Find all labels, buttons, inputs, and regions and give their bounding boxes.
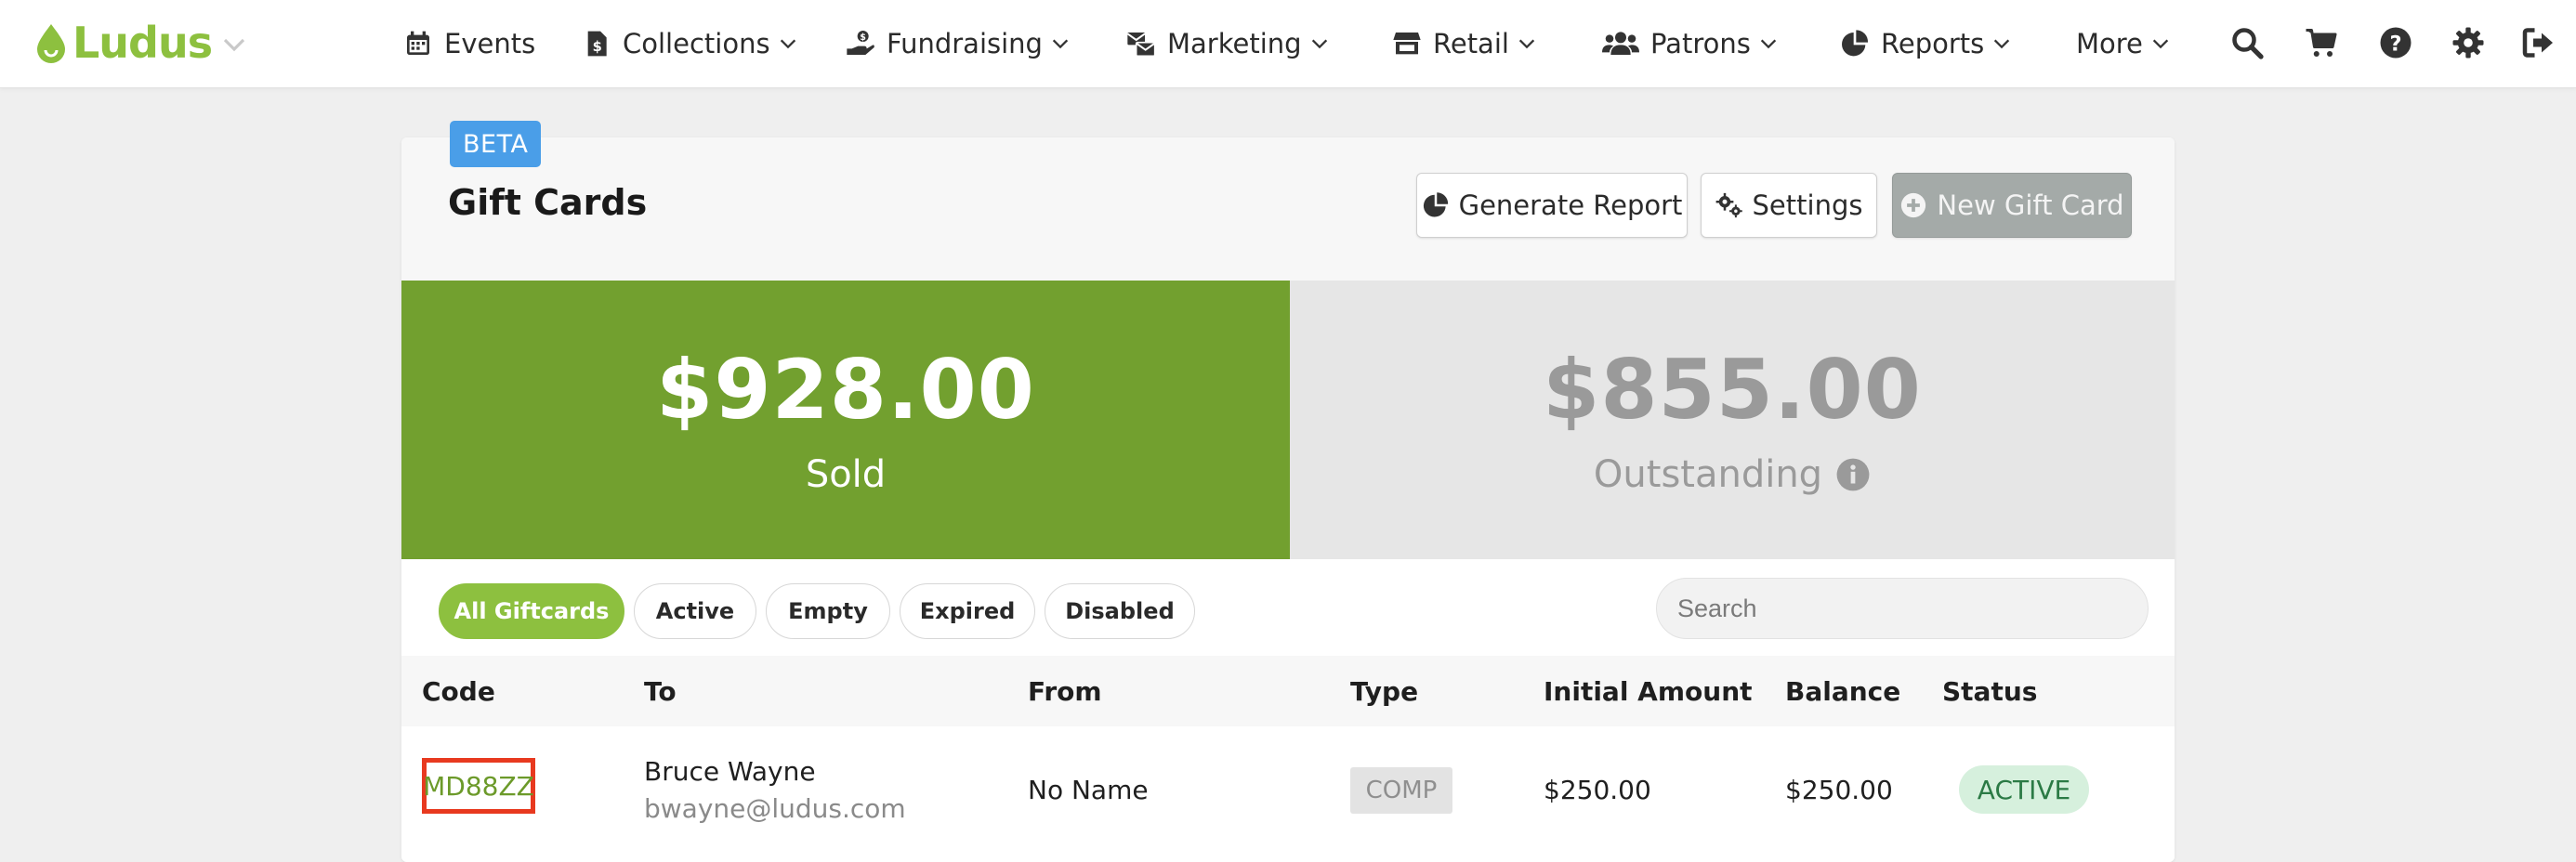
pie-chart-icon <box>1423 192 1448 217</box>
cart-button[interactable] <box>2299 20 2344 65</box>
nav-marketing-label: Marketing <box>1167 28 1302 59</box>
filter-expired[interactable]: Expired <box>900 583 1035 639</box>
filter-all-giftcards[interactable]: All Giftcards <box>439 583 624 639</box>
shopping-cart-icon <box>2306 29 2337 57</box>
panel-header: Gift Cards Generate Report Settings New … <box>401 137 2175 281</box>
filter-empty[interactable]: Empty <box>766 583 890 639</box>
outstanding-amount: $855.00 <box>1543 342 1922 438</box>
outstanding-stat-tile: $855.00 Outstanding <box>1290 281 2175 559</box>
column-code[interactable]: Code <box>422 656 495 726</box>
column-balance[interactable]: Balance <box>1785 656 1900 726</box>
outstanding-label-row: Outstanding <box>1594 451 1871 498</box>
brand-name: Ludus <box>72 18 213 68</box>
generate-report-label: Generate Report <box>1458 189 1683 221</box>
nav-fundraising-label: Fundraising <box>887 28 1043 59</box>
brand-switcher-chevron-icon[interactable] <box>206 17 262 72</box>
type-badge: COMP <box>1350 767 1452 814</box>
outstanding-label: Outstanding <box>1593 453 1823 496</box>
table-header: Code To From Type Initial Amount Balance… <box>401 656 2175 726</box>
new-gift-card-button[interactable]: New Gift Card <box>1892 173 2132 238</box>
help-button[interactable]: ? <box>2373 20 2418 65</box>
nav-events[interactable]: Events <box>403 0 535 87</box>
svg-text:?: ? <box>2389 32 2401 56</box>
chevron-down-icon <box>1052 39 1069 49</box>
search-icon <box>2232 28 2264 59</box>
store-icon <box>1393 33 1421 55</box>
sold-stat-tile: $928.00 Sold <box>401 281 1290 559</box>
pie-chart-icon <box>1842 30 1869 57</box>
top-navigation-bar: Ludus Events $ Collections $ Fundraising <box>0 0 2576 88</box>
chevron-down-icon <box>2152 39 2169 49</box>
ludus-drop-icon <box>37 24 65 63</box>
column-initial-amount[interactable]: Initial Amount <box>1544 656 1753 726</box>
column-to[interactable]: To <box>644 656 677 726</box>
mail-bulk-icon <box>1126 33 1156 58</box>
svg-text:$: $ <box>593 39 602 55</box>
nav-more-label: More <box>2076 28 2143 59</box>
column-type[interactable]: Type <box>1350 656 1418 726</box>
cogs-icon <box>1715 192 1742 218</box>
gear-icon <box>2452 27 2484 59</box>
hand-donation-icon: $ <box>847 31 874 55</box>
settings-header-button[interactable]: Settings <box>1701 173 1877 238</box>
sender-name: No Name <box>1028 775 1149 805</box>
nav-events-label: Events <box>444 28 536 59</box>
plus-circle-icon <box>1901 192 1926 218</box>
balance: $250.00 <box>1785 775 1893 805</box>
nav-collections[interactable]: $ Collections <box>582 0 798 87</box>
nav-fundraising[interactable]: $ Fundraising <box>846 0 1071 87</box>
logout-button[interactable] <box>2517 20 2561 65</box>
initial-amount: $250.00 <box>1544 775 1651 805</box>
nav-collections-label: Collections <box>623 28 770 59</box>
search-button[interactable] <box>2225 20 2269 65</box>
svg-text:$: $ <box>860 33 866 43</box>
info-icon[interactable] <box>1835 457 1871 492</box>
column-from[interactable]: From <box>1028 656 1102 726</box>
search-input[interactable] <box>1656 578 2149 639</box>
filter-active[interactable]: Active <box>634 583 756 639</box>
gift-cards-panel: Gift Cards Generate Report Settings New … <box>401 137 2175 862</box>
table-row[interactable]: MD88ZZ Bruce Wayne bwayne@ludus.com No N… <box>401 726 2175 862</box>
chevron-down-icon <box>1994 39 2010 49</box>
nav-marketing[interactable]: Marketing <box>1126 0 1330 87</box>
status-badge: ACTIVE <box>1959 765 2089 814</box>
sold-label: Sold <box>805 453 887 496</box>
sign-out-icon <box>2522 28 2553 58</box>
nav-patrons-label: Patrons <box>1650 28 1751 59</box>
nav-more[interactable]: More <box>2076 0 2171 87</box>
chevron-down-icon <box>1760 39 1776 49</box>
beta-badge: BETA <box>450 121 542 167</box>
chevron-down-icon <box>780 39 795 49</box>
generate-report-button[interactable]: Generate Report <box>1416 173 1688 238</box>
chevron-down-icon <box>1311 39 1327 49</box>
settings-button[interactable] <box>2446 20 2491 65</box>
document-dollar-icon: $ <box>587 31 607 57</box>
new-gift-card-label: New Gift Card <box>1937 189 2124 221</box>
nav-retail[interactable]: Retail <box>1392 0 1537 87</box>
ludus-logo[interactable]: Ludus <box>33 15 213 71</box>
question-circle-icon: ? <box>2380 27 2412 59</box>
nav-patrons[interactable]: Patrons <box>1602 0 1779 87</box>
users-icon <box>1602 32 1639 55</box>
sold-amount: $928.00 <box>656 342 1035 438</box>
recipient-name: Bruce Wayne <box>644 756 816 787</box>
settings-label: Settings <box>1752 189 1863 221</box>
recipient-email: bwayne@ludus.com <box>644 793 906 824</box>
page-title: Gift Cards <box>448 182 648 223</box>
gift-card-code-link[interactable]: MD88ZZ <box>422 758 535 814</box>
calendar-icon <box>407 31 429 55</box>
nav-reports[interactable]: Reports <box>1840 0 2012 87</box>
filter-disabled[interactable]: Disabled <box>1045 583 1195 639</box>
chevron-down-icon <box>1518 39 1535 49</box>
nav-retail-label: Retail <box>1433 28 1509 59</box>
column-status[interactable]: Status <box>1942 656 2037 726</box>
nav-reports-label: Reports <box>1881 28 1985 59</box>
